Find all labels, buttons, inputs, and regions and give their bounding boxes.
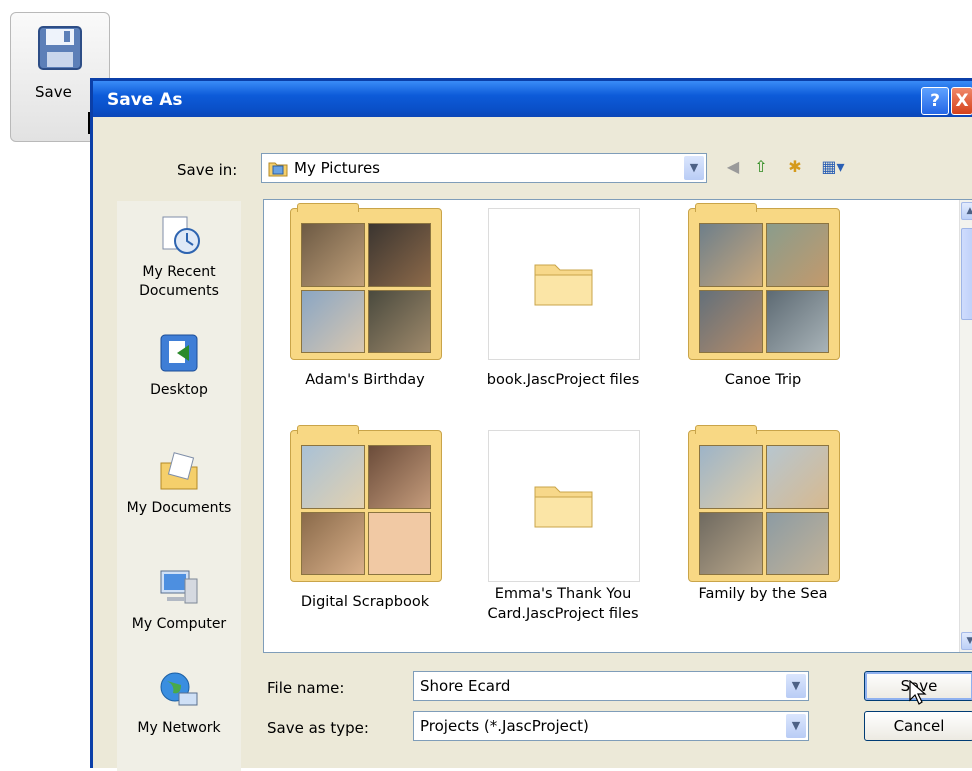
place-label: Desktop: [150, 382, 208, 398]
floppy-disk-icon: [38, 26, 82, 70]
cancel-button[interactable]: Cancel: [864, 711, 972, 741]
my-pictures-folder-icon: [268, 162, 288, 177]
recent-documents-icon: [162, 216, 200, 254]
folder-thumbnail: [488, 208, 640, 360]
vertical-scrollbar[interactable]: ▲ ▼: [959, 200, 972, 652]
save-as-type-select[interactable]: Projects (*.JascProject) ▼: [413, 711, 809, 741]
new-folder-icon[interactable]: ✱: [783, 155, 807, 179]
save-in-value: My Pictures: [294, 159, 380, 177]
close-icon: X: [955, 91, 969, 111]
close-button[interactable]: X: [951, 87, 972, 115]
place-my-recent-documents[interactable]: My Recent Documents: [117, 213, 241, 301]
help-icon: ?: [930, 91, 940, 111]
file-name-field[interactable]: Shore Ecard ▼: [413, 671, 809, 701]
scroll-up-icon[interactable]: ▲: [961, 202, 972, 220]
save-as-type-label: Save as type:: [267, 719, 369, 737]
file-list-view[interactable]: Adam's Birthday book.JascProject files C…: [263, 199, 972, 653]
back-icon[interactable]: ◀: [721, 155, 745, 179]
place-label: My Network: [137, 720, 221, 736]
chevron-down-icon[interactable]: ▼: [786, 674, 806, 698]
mouse-pointer-icon: [909, 680, 927, 705]
place-my-computer[interactable]: My Computer: [117, 565, 241, 634]
place-my-network[interactable]: My Network: [117, 669, 241, 738]
file-name-label: File name:: [267, 679, 345, 697]
folder-thumbnail: [488, 430, 640, 582]
toolbar-save-label: Save: [35, 83, 72, 101]
save-as-type-value: Projects (*.JascProject): [420, 717, 589, 735]
place-label: My Documents: [126, 500, 232, 516]
title-bar[interactable]: Save As ? X: [93, 81, 972, 117]
save-in-dropdown[interactable]: My Pictures ▼: [261, 153, 707, 183]
desktop-icon: [160, 334, 198, 372]
places-bar: My Recent Documents Desktop My Documents: [117, 201, 241, 771]
place-label: My Recent Documents: [139, 264, 219, 299]
views-menu-icon[interactable]: ▦▾: [817, 155, 849, 179]
folder-thumbnail: [290, 203, 442, 360]
place-my-documents[interactable]: My Documents: [117, 449, 241, 518]
folder-thumbnail: [290, 425, 442, 582]
up-folder-icon[interactable]: ⇧: [749, 155, 773, 179]
file-name: Digital Scrapbook: [300, 594, 430, 610]
file-name: Emma's Thank You Card.JascProject files: [487, 586, 639, 622]
scroll-thumb[interactable]: [961, 228, 972, 320]
chevron-down-icon[interactable]: ▼: [786, 714, 806, 738]
my-network-icon: [160, 672, 198, 706]
chevron-down-icon[interactable]: ▼: [684, 156, 704, 180]
folder-thumbnail: [688, 425, 840, 582]
folder-icon: [534, 486, 593, 528]
save-as-dialog: Save As ? X Save in: My Pictures ▼ ◀ ⇧ ✱…: [90, 78, 972, 771]
place-desktop[interactable]: Desktop: [117, 331, 241, 400]
scroll-down-icon[interactable]: ▼: [961, 632, 972, 650]
help-button[interactable]: ?: [921, 87, 949, 115]
file-name: Family by the Sea: [698, 586, 828, 602]
file-name: Adam's Birthday: [305, 372, 425, 388]
my-documents-icon: [160, 452, 198, 490]
file-name-value: Shore Ecard: [420, 677, 511, 695]
folder-thumbnail: [688, 203, 840, 360]
my-computer-icon: [160, 570, 198, 604]
save-in-label: Save in:: [177, 161, 238, 179]
dialog-title: Save As: [107, 90, 183, 110]
folder-icon: [534, 264, 593, 306]
file-name: book.JascProject files: [486, 372, 640, 388]
file-name: Canoe Trip: [724, 372, 802, 388]
place-label: My Computer: [131, 616, 227, 632]
